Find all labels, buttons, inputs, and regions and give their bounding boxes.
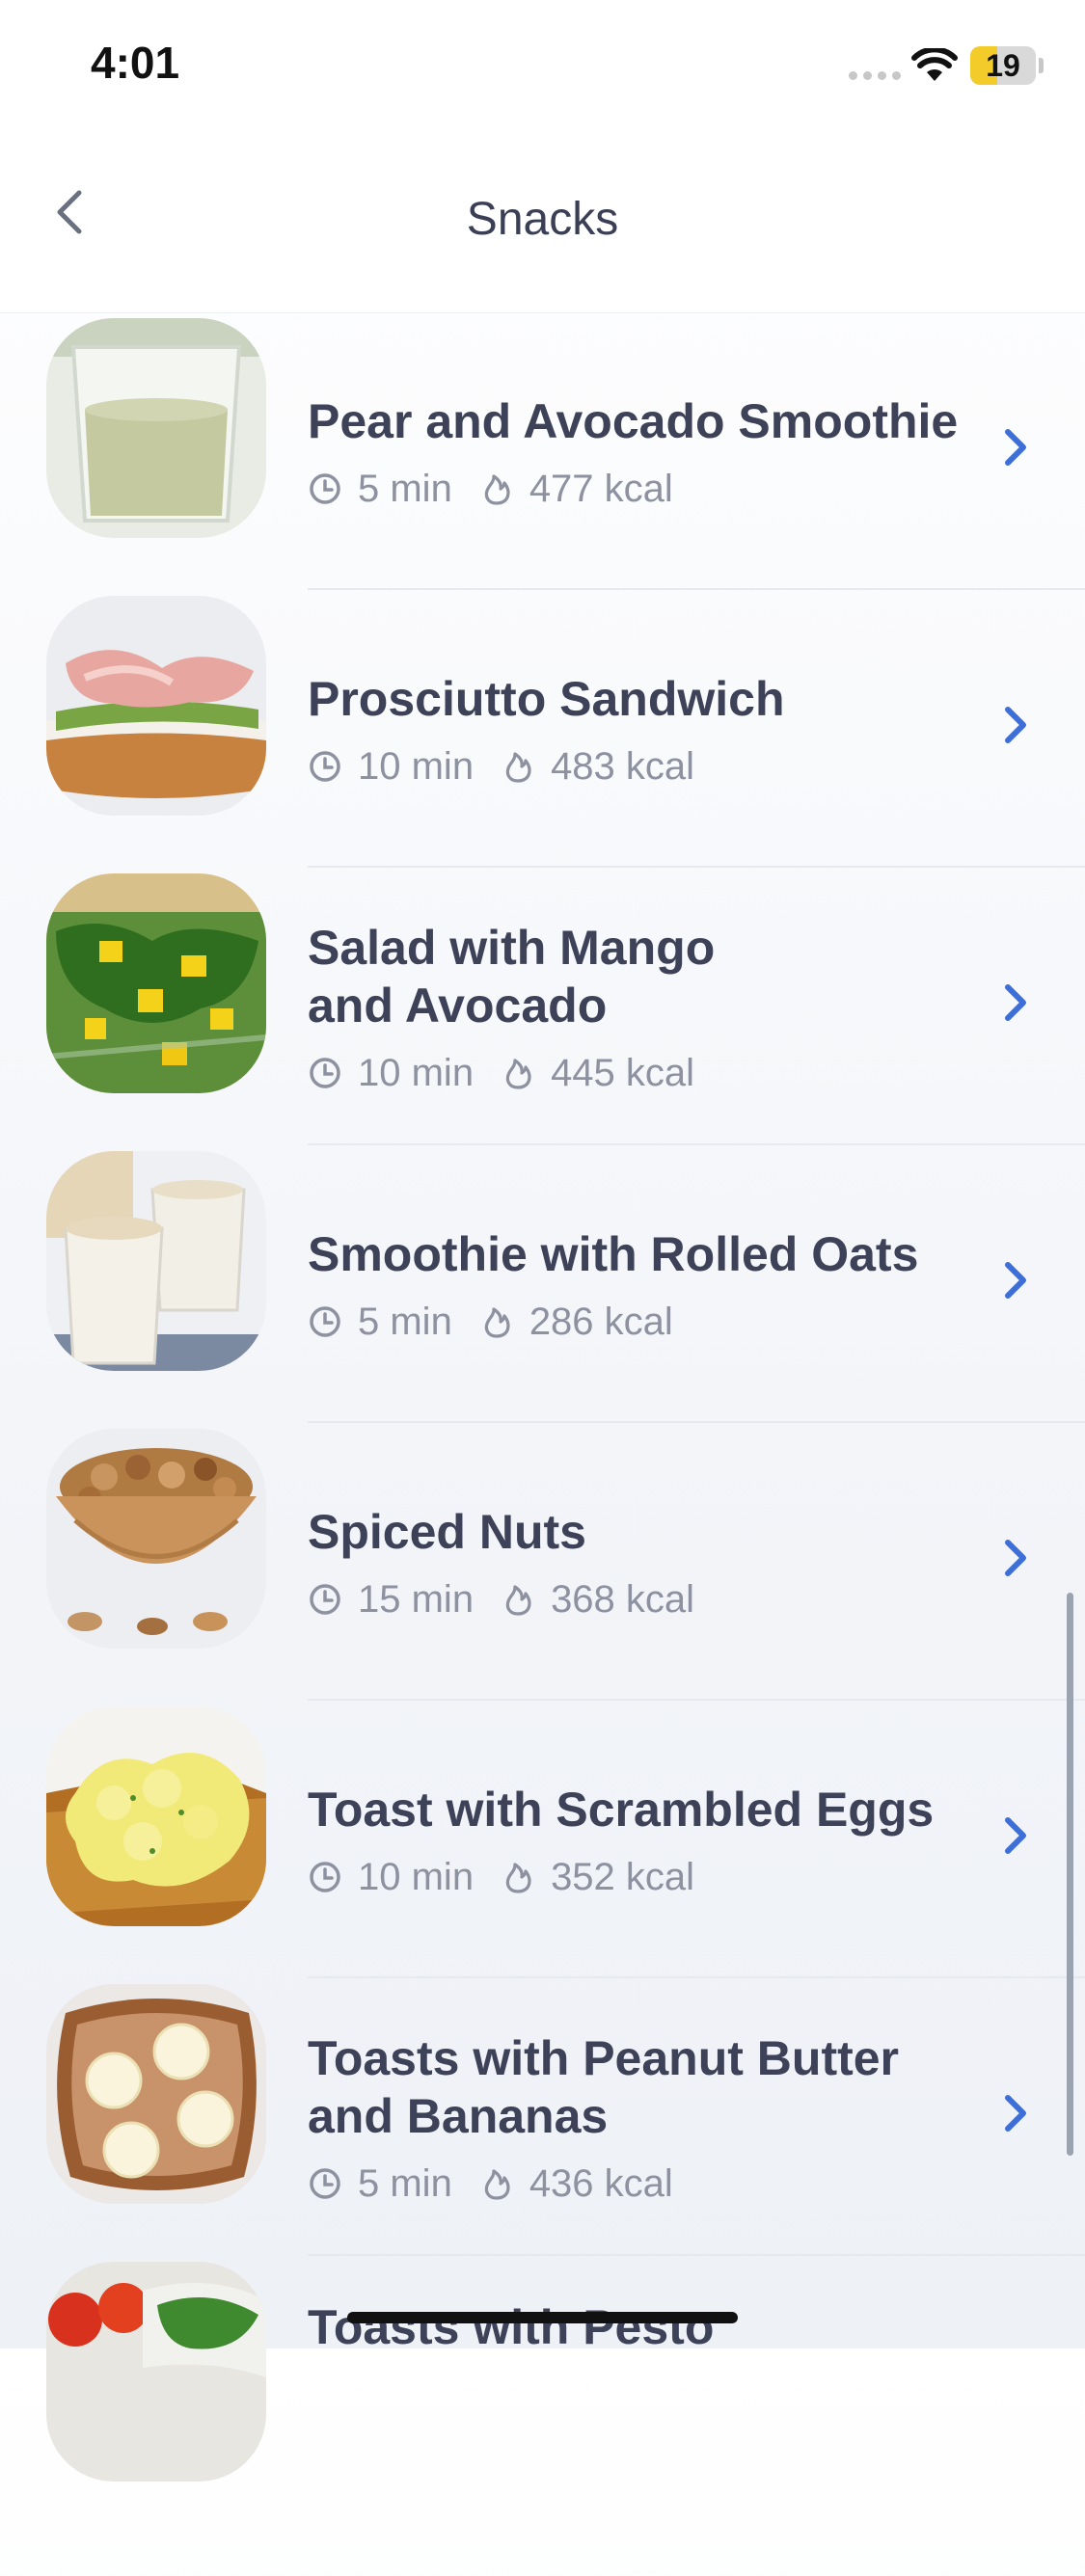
recipe-image [46,2262,266,2482]
recipe-row[interactable]: Toast with Scrambled Eggs 10 min 352 kca… [0,1701,1085,1978]
battery-level: 19 [986,47,1020,83]
recipe-kcal: 368 kcal [551,1577,695,1621]
recipe-row[interactable]: Salad with Mango and Avocado 10 min 445 … [0,868,1085,1145]
recipe-time: 10 min [358,1855,475,1898]
recipe-time: 5 min [358,2161,452,2205]
chevron-right-icon [1005,2095,1026,2132]
recipe-title: Smoothie with Rolled Oats [308,1226,919,1281]
chevron-right-icon [1005,1262,1026,1299]
recipe-row[interactable]: Toasts with Pesto [0,2256,1085,2534]
recipe-time: 5 min [358,1300,452,1343]
recipe-title: Prosciutto Sandwich [308,671,785,726]
flame-icon [505,1863,531,1893]
clock-icon [310,473,340,504]
recipe-meta: 5 min 436 kcal [308,2162,983,2206]
clock-icon [310,751,340,782]
recipe-image [46,1706,266,1926]
flame-icon [484,474,510,505]
recipe-meta: 10 min 445 kcal [308,1052,983,1095]
recipe-title: Pear and Avocado Smoothie [308,393,959,448]
recipe-row[interactable]: Toasts with Peanut Butter and Bananas 5 … [0,1978,1085,2256]
chevron-right-icon [1005,1540,1026,1576]
clock-icon [310,1862,340,1892]
recipe-title: Salad with Mango and Avocado [308,920,716,1033]
clock-icon [310,1584,340,1615]
signal-icon [849,71,901,80]
recipe-kcal: 477 kcal [529,467,673,510]
recipe-row[interactable]: Prosciutto Sandwich 10 min 483 kcal [0,590,1085,868]
recipe-kcal: 436 kcal [529,2161,673,2205]
recipe-kcal: 483 kcal [551,744,695,788]
scrollbar[interactable] [1067,1593,1073,2156]
clock-icon [310,2168,340,2199]
flame-icon [484,1307,510,1338]
recipe-row[interactable]: Smoothie with Rolled Oats 5 min 286 kcal [0,1145,1085,1423]
recipe-title: Toasts with Peanut Butter and Bananas [308,2030,900,2143]
recipe-image [46,873,266,1093]
recipe-meta: 15 min 368 kcal [308,1578,983,1622]
flame-icon [505,752,531,783]
home-indicator[interactable] [347,2312,738,2323]
recipe-kcal: 286 kcal [529,1300,673,1343]
chevron-right-icon [1005,707,1026,743]
recipe-image [46,1429,266,1649]
battery-icon: 19 [970,46,1036,85]
recipe-time: 15 min [358,1577,475,1621]
recipe-row[interactable]: Spiced Nuts 15 min 368 kcal [0,1423,1085,1701]
recipe-meta: 10 min 352 kcal [308,1856,983,1899]
status-bar: 4:01 19 [0,0,1085,135]
page-title: Snacks [466,194,619,245]
flame-icon [505,1059,531,1089]
clock-icon [310,1058,340,1088]
recipe-meta: 10 min 483 kcal [308,745,983,789]
recipe-kcal: 445 kcal [551,1051,695,1094]
recipe-meta: 5 min 286 kcal [308,1301,983,1344]
flame-icon [505,1585,531,1616]
recipe-title: Spiced Nuts [308,1504,586,1559]
chevron-right-icon [1005,984,1026,1021]
clock-icon [310,1306,340,1337]
flame-icon [484,2169,510,2200]
recipe-title: Toasts with Pesto [308,2300,715,2354]
recipe-list[interactable]: Pear and Avocado Smoothie 5 min 477 kcal [0,312,1085,2534]
chevron-right-icon [1005,1817,1026,1854]
recipe-image [46,1151,266,1371]
recipe-time: 10 min [358,744,475,788]
recipe-image [46,596,266,816]
recipe-time: 10 min [358,1051,475,1094]
status-time: 4:01 [91,38,180,88]
recipe-kcal: 352 kcal [551,1855,695,1898]
chevron-right-icon [1005,429,1026,466]
wifi-icon [911,48,958,81]
recipe-meta: 5 min 477 kcal [308,468,983,511]
recipe-image [46,1984,266,2204]
recipe-title: Toast with Scrambled Eggs [308,1782,935,1837]
recipe-image [46,318,266,538]
navigation-bar: Snacks [0,135,1085,313]
recipe-row[interactable]: Pear and Avocado Smoothie 5 min 477 kcal [0,312,1085,590]
recipe-time: 5 min [358,467,452,510]
